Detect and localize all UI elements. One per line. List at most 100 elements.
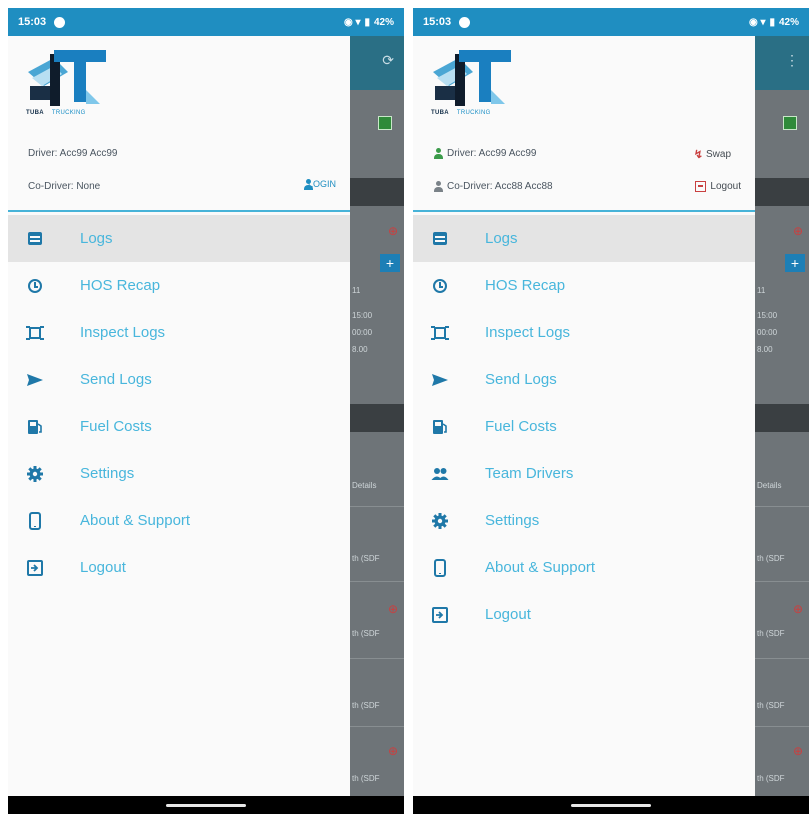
system-nav-bar xyxy=(8,796,404,814)
bg-text: th (SDF xyxy=(352,774,380,783)
status-bar: 15:03 ◉ ▾ ▮ 42% xyxy=(413,8,809,36)
menu-item-logs[interactable]: Logs xyxy=(8,215,350,262)
bg-text: 00:00 xyxy=(352,328,373,337)
alarm-clock-icon xyxy=(26,277,44,295)
status-right: ◉ ▾ ▮ 42% xyxy=(344,17,394,28)
menu-item-logout[interactable]: Logout xyxy=(8,544,350,591)
bg-text: Details xyxy=(352,481,377,490)
home-gesture-bar[interactable] xyxy=(571,804,651,807)
send-icon xyxy=(431,371,449,389)
battery-icon: ▮ xyxy=(364,16,370,28)
header-logout-button[interactable]: Logout xyxy=(695,181,741,192)
alarm-clock-icon xyxy=(431,277,449,295)
bg-text: 8.00 xyxy=(352,345,368,354)
bg-text: th (SDF xyxy=(352,701,380,710)
co-driver-label: Co-Driver: None xyxy=(28,181,101,192)
menu-item-inspect-logs[interactable]: Inspect Logs xyxy=(8,309,350,356)
logs-icon xyxy=(431,230,449,248)
status-time: 15:03 xyxy=(18,16,47,28)
co-driver-label: Co-Driver: Acc88 Acc88 xyxy=(433,181,553,192)
background-band xyxy=(350,404,404,432)
status-right: ◉ ▾ ▮ 42% xyxy=(749,17,799,28)
menu-item-hos-recap[interactable]: HOS Recap xyxy=(413,262,755,309)
menu-item-logs[interactable]: Logs xyxy=(413,215,755,262)
phone-icon xyxy=(431,558,449,577)
phone-icon xyxy=(26,511,44,530)
driver-label: Driver: Acc99 Acc99 xyxy=(433,148,536,159)
divider xyxy=(755,658,809,659)
divider xyxy=(755,726,809,727)
bg-text: Details xyxy=(757,481,782,490)
team-icon xyxy=(431,465,449,483)
home-gesture-bar[interactable] xyxy=(166,804,246,807)
gear-icon xyxy=(431,512,449,530)
bg-text: 15:00 xyxy=(352,311,373,320)
menu-item-fuel-costs[interactable]: Fuel Costs xyxy=(413,403,755,450)
bg-text: 15:00 xyxy=(757,311,778,320)
exit-icon xyxy=(431,606,449,624)
menu-item-send-logs[interactable]: Send Logs xyxy=(8,356,350,403)
send-icon xyxy=(26,371,44,389)
menu-item-inspect-logs[interactable]: Inspect Logs xyxy=(413,309,755,356)
screenshot-pair: 15:03 ◉ ▾ ▮ 42% ⟳ ⊕ + 11 15:00 00:00 8.0… xyxy=(0,0,809,814)
divider xyxy=(350,726,404,727)
navigation-drawer: TUBA TRUCKING Driver: Acc99 Acc99 Co-Driv… xyxy=(413,36,755,796)
background-band xyxy=(350,178,404,206)
company-logo xyxy=(433,50,511,106)
menu-item-about-support[interactable]: About & Support xyxy=(8,497,350,544)
company-name: TUBA TRUCKING xyxy=(431,110,491,116)
status-bar: 15:03 ◉ ▾ ▮ 42% xyxy=(8,8,404,36)
status-indicator xyxy=(378,116,392,130)
login-button[interactable]: LOGIN xyxy=(303,179,336,190)
status-time: 15:03 xyxy=(423,16,452,28)
signal-icon: ◉ ▾ xyxy=(748,16,766,28)
phone-right: 15:03 ◉ ▾ ▮ 42% ⋮ ⊕ + 11 15:00 00:00 8.0… xyxy=(413,8,809,814)
drawer-menu: Logs HOS Recap Inspect Logs Send Logs Fu… xyxy=(413,215,755,638)
drawer-header: TUBA TRUCKING Driver: Acc99 Acc99 Co-Driv… xyxy=(8,36,350,212)
divider xyxy=(755,506,809,507)
bg-text: th (SDF xyxy=(757,554,785,563)
company-name: TUBA TRUCKING xyxy=(26,110,86,116)
divider xyxy=(350,658,404,659)
notification-icon xyxy=(54,16,66,28)
menu-item-hos-recap[interactable]: HOS Recap xyxy=(8,262,350,309)
background-band xyxy=(755,178,809,206)
alert-icon: ⊕ xyxy=(387,744,398,758)
menu-item-settings[interactable]: Settings xyxy=(413,497,755,544)
bg-text: 11 xyxy=(757,286,766,295)
background-band xyxy=(755,404,809,432)
menu-item-logout[interactable]: Logout xyxy=(413,591,755,638)
menu-item-team-drivers[interactable]: Team Drivers xyxy=(413,450,755,497)
alert-icon: ⊕ xyxy=(792,224,803,238)
alert-icon: ⊕ xyxy=(387,224,398,238)
phone-left: 15:03 ◉ ▾ ▮ 42% ⟳ ⊕ + 11 15:00 00:00 8.0… xyxy=(8,8,404,814)
menu-item-about-support[interactable]: About & Support xyxy=(413,544,755,591)
bg-text: 00:00 xyxy=(757,328,778,337)
divider xyxy=(755,581,809,582)
alert-icon: ⊕ xyxy=(387,602,398,616)
refresh-icon: ⟳ xyxy=(382,52,394,68)
battery-percent: 42% xyxy=(778,16,799,28)
fuel-icon xyxy=(26,418,44,436)
add-icon: + xyxy=(380,254,400,272)
notification-icon xyxy=(459,16,471,28)
battery-icon: ▮ xyxy=(769,16,775,28)
swap-icon: ↯ xyxy=(693,149,703,161)
alert-icon: ⊕ xyxy=(792,602,803,616)
menu-item-settings[interactable]: Settings xyxy=(8,450,350,497)
alert-icon: ⊕ xyxy=(792,744,803,758)
swap-button[interactable]: ↯ Swap xyxy=(694,148,731,161)
gear-icon xyxy=(26,465,44,483)
menu-item-fuel-costs[interactable]: Fuel Costs xyxy=(8,403,350,450)
bg-text: th (SDF xyxy=(757,701,785,710)
status-indicator xyxy=(783,116,797,130)
bg-text: th (SDF xyxy=(757,629,785,638)
menu-item-send-logs[interactable]: Send Logs xyxy=(413,356,755,403)
co-driver-person-icon xyxy=(433,181,443,192)
fuel-icon xyxy=(431,418,449,436)
drawer-header: TUBA TRUCKING Driver: Acc99 Acc99 Co-Driv… xyxy=(413,36,755,212)
battery-percent: 42% xyxy=(373,16,394,28)
logs-icon xyxy=(26,230,44,248)
bg-text: th (SDF xyxy=(352,629,380,638)
drawer-menu: Logs HOS Recap Inspect Logs Send Logs Fu… xyxy=(8,215,350,591)
